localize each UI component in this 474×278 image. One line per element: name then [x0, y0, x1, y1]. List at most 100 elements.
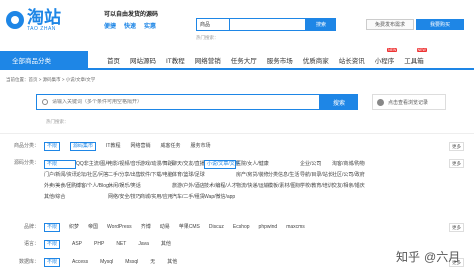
buy-button[interactable]: 我要购买: [416, 19, 464, 30]
slogan: 可以自由发货的源码 便捷 快速 实惠: [104, 9, 176, 30]
more-button[interactable]: 更多: [449, 223, 464, 232]
main-search-button[interactable]: 搜索: [320, 94, 358, 110]
filter-option[interactable]: QQ非主流/图片: [76, 159, 110, 170]
filter-option[interactable]: 威客任务: [161, 142, 181, 151]
filter-option[interactable]: 不限: [44, 142, 61, 151]
filter-option[interactable]: Wap/微信/app: [204, 192, 236, 203]
nav-item-marketing[interactable]: 网络营销: [190, 55, 226, 65]
filter-option[interactable]: 论坛/社区/问答: [76, 170, 109, 181]
filter-option[interactable]: 其他/综合: [44, 192, 76, 203]
nav-item-it[interactable]: IT教程: [161, 55, 190, 65]
filter-option[interactable]: 汽车/二手/租赁: [172, 192, 205, 203]
filter-option[interactable]: ASP: [72, 240, 82, 249]
filter-option[interactable]: phpwind: [259, 223, 278, 232]
filter-option[interactable]: 软件/下载/电脑: [140, 170, 173, 181]
filter-option[interactable]: 淘客/商城/购物: [332, 159, 365, 170]
main-search-input[interactable]: [52, 99, 319, 105]
slogan-word: 实惠: [144, 24, 157, 30]
filter-option[interactable]: WordPress: [107, 223, 132, 232]
nav-item-services[interactable]: 服务市场: [262, 55, 298, 65]
filter-option[interactable]: 休闲/娱乐/笑话: [108, 181, 141, 192]
filter-option[interactable]: 电影/视频/音乐: [108, 159, 141, 170]
filter-option[interactable]: 模板/素材/图标: [268, 181, 301, 192]
filter-option[interactable]: 织梦: [69, 223, 79, 232]
filter-option[interactable]: 博客/个人/Blog: [76, 181, 109, 192]
filter-option[interactable]: 服务市场: [191, 142, 211, 151]
top-search-input[interactable]: [229, 18, 306, 31]
nav-item-tasks[interactable]: 任务大厅: [226, 55, 262, 65]
filter-option[interactable]: Mssql: [125, 258, 138, 267]
slogan-top: 可以自由发货的源码: [104, 12, 159, 18]
logo-icon: [6, 11, 24, 29]
nav-item-tools[interactable]: 工具箱 NEW: [399, 48, 429, 65]
nav-item-miniapp[interactable]: 小程序 NEW: [370, 48, 400, 65]
filter-option[interactable]: 分类信息/生活: [268, 170, 300, 181]
filter-option[interactable]: 二手/分享/出售: [108, 170, 141, 181]
history-button[interactable]: 点击查看浏览记录: [372, 94, 446, 110]
filter-option[interactable]: Discuz: [209, 223, 224, 232]
filter-spacer: [76, 192, 108, 203]
filter-option[interactable]: 不限: [44, 160, 76, 169]
clock-icon: [377, 98, 384, 106]
filter-option[interactable]: 物流/快递/运输: [236, 181, 269, 192]
publish-request-button[interactable]: 免费发布需求: [366, 19, 414, 30]
logo[interactable]: 淘站 TAO ZHAN: [6, 6, 101, 34]
filter-label: 商品分类：: [13, 143, 39, 149]
filter-option[interactable]: 其他: [167, 258, 177, 267]
filter-option[interactable]: 外卖/美食/团购: [44, 181, 77, 192]
filter-spacer: [268, 192, 300, 203]
filter-option[interactable]: 苹果CMS: [179, 223, 200, 232]
filter-spacer: [236, 192, 268, 203]
filter-option[interactable]: 房产/房贷/装修: [236, 170, 269, 181]
filter-brand: 品牌： 不限 织梦 帝国 WordPress 齐博 动易 苹果CMS Discuz Ecshop…: [0, 223, 474, 232]
filter-option[interactable]: Ecshop: [233, 223, 250, 232]
nav-item-source[interactable]: 网站源码: [125, 55, 161, 65]
slogan-word: 快速: [124, 24, 137, 30]
top-search: 商品 搜索: [196, 18, 336, 31]
filter-option[interactable]: Mysql: [100, 258, 113, 267]
top-search-button[interactable]: 搜索: [306, 18, 336, 31]
filter-option[interactable]: 医院/女人/健康: [236, 159, 269, 170]
filter-option[interactable]: 网络/安全/技巧: [108, 192, 141, 203]
filter-option[interactable]: 聊天/交友/直播: [172, 159, 205, 170]
more-button[interactable]: 更多: [449, 142, 464, 151]
filter-option[interactable]: 源码集市: [70, 142, 97, 151]
filter-option[interactable]: 体育/篮球/足球: [172, 170, 205, 181]
filter-option[interactable]: 社区/公司/政府: [332, 170, 365, 181]
nav-item-news[interactable]: 站长资讯: [334, 55, 370, 65]
nav-item-merchants[interactable]: 优质商家: [298, 55, 334, 65]
new-badge: NEW: [387, 48, 398, 52]
filter-option[interactable]: 导航/目录/站长: [300, 170, 333, 181]
nav-item-home[interactable]: 首页: [102, 55, 125, 65]
filter-option[interactable]: 企业/公司: [300, 159, 332, 170]
filter-option[interactable]: 小说/文章/文学: [204, 160, 240, 169]
history-label: 点击查看浏览记录: [388, 99, 429, 106]
filter-option[interactable]: 商城/实用/应用: [140, 192, 173, 203]
more-button[interactable]: 更多: [449, 159, 464, 168]
filter-option[interactable]: 网络营销: [130, 142, 150, 151]
all-categories-button[interactable]: 全部商品分类: [0, 51, 88, 69]
main-nav: 全部商品分类 首页 网站源码 IT教程 网络营销 任务大厅 服务市场 优质商家 …: [0, 48, 474, 70]
filter-option[interactable]: 交友/相亲/婚庆: [332, 181, 365, 192]
filter-option[interactable]: 无: [150, 258, 155, 267]
filter-option[interactable]: 门户/新闻/资讯: [44, 170, 77, 181]
filter-option[interactable]: 技术/编程/人才: [204, 181, 237, 192]
filter-option[interactable]: 齐博: [141, 223, 151, 232]
filter-option[interactable]: 学校/教育/培训: [300, 181, 333, 192]
filter-option[interactable]: NET: [116, 240, 126, 249]
top-search-select[interactable]: 商品: [196, 18, 229, 31]
filter-option[interactable]: 不限: [44, 223, 61, 232]
filter-option[interactable]: IT教程: [106, 142, 120, 151]
filter-option[interactable]: 帝国: [88, 223, 98, 232]
filter-option[interactable]: 游戏/动漫/舞蹈: [140, 159, 173, 170]
filter-option[interactable]: 不限: [44, 240, 61, 249]
filter-option[interactable]: maxcms: [286, 223, 305, 232]
filter-option[interactable]: PHP: [94, 240, 104, 249]
logo-en: TAO ZHAN: [27, 25, 56, 32]
filter-option[interactable]: 不限: [44, 258, 61, 267]
filter-option[interactable]: Access: [72, 258, 88, 267]
filter-option[interactable]: 旅游/户外/酒店: [172, 181, 205, 192]
filter-option[interactable]: Java: [138, 240, 149, 249]
filter-option[interactable]: 其他: [161, 240, 171, 249]
filter-option[interactable]: 动易: [160, 223, 170, 232]
